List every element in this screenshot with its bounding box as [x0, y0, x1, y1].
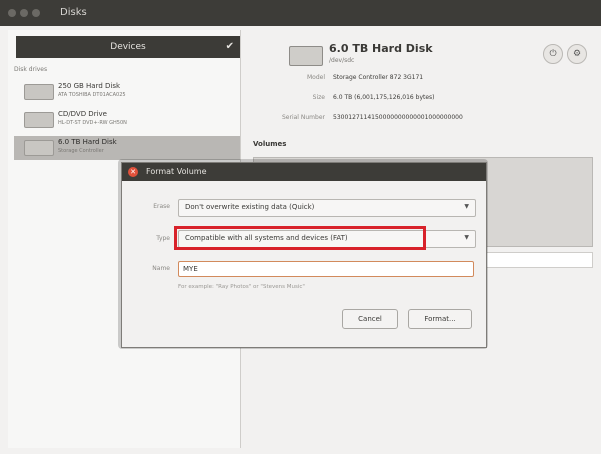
- section-label: Disk drives: [14, 66, 48, 73]
- sidebar-item-250gb-disk[interactable]: 250 GB Hard Disk ATA TOSHIBA DT01ACA025: [14, 80, 240, 104]
- property-serial: Serial Number 53001271141500000000000010…: [241, 114, 593, 126]
- disk-title: 6.0 TB Hard Disk: [329, 42, 433, 55]
- name-input[interactable]: [178, 261, 474, 277]
- cancel-button[interactable]: Cancel: [342, 309, 398, 329]
- chevron-down-icon: ▼: [464, 203, 469, 210]
- sidebar-header-title: Devices: [110, 42, 146, 52]
- property-value: 6.0 TB (6,001,175,126,016 bytes): [333, 94, 435, 101]
- property-size: Size 6.0 TB (6,001,175,126,016 bytes): [241, 94, 593, 106]
- sidebar-header: Devices ✔: [16, 36, 240, 58]
- format-button[interactable]: Format...: [408, 309, 472, 329]
- sidebar-item-6tb-disk[interactable]: 6.0 TB Hard Disk Storage Controller: [14, 136, 240, 160]
- property-key: Size: [312, 94, 325, 101]
- erase-value: Don't overwrite existing data (Quick): [185, 203, 315, 211]
- window-titlebar: Disks: [0, 0, 601, 26]
- device-name: 6.0 TB Hard Disk: [58, 138, 117, 146]
- dialog-title: Format Volume: [146, 167, 207, 176]
- sidebar-item-dvd-drive[interactable]: CD/DVD Drive HL-DT-ST DVD+-RW GH50N: [14, 108, 240, 132]
- device-name: 250 GB Hard Disk: [58, 82, 121, 90]
- hard-disk-icon: [289, 46, 323, 66]
- name-hint: For example: "Ray Photos" or "Stevens Mu…: [178, 284, 305, 290]
- property-key: Model: [306, 74, 325, 81]
- hard-disk-icon: [24, 140, 54, 156]
- device-model: HL-DT-ST DVD+-RW GH50N: [58, 120, 127, 126]
- property-value: 5300127114150000000000001000000000: [333, 114, 463, 121]
- gear-icon[interactable]: ⚙: [567, 44, 587, 64]
- device-name: CD/DVD Drive: [58, 110, 107, 118]
- chevron-down-icon: ▼: [464, 234, 469, 241]
- erase-select[interactable]: Don't overwrite existing data (Quick) ▼: [178, 199, 476, 217]
- optical-drive-icon: [24, 112, 54, 128]
- window-maximize-icon[interactable]: [32, 9, 40, 17]
- hard-disk-icon: [24, 84, 54, 100]
- disk-device-path: /dev/sdc: [329, 57, 355, 64]
- volumes-label: Volumes: [253, 140, 287, 148]
- property-model: Model Storage Controller 872 3G171: [241, 74, 593, 86]
- erase-label: Erase: [153, 203, 170, 210]
- device-model: ATA TOSHIBA DT01ACA025: [58, 92, 126, 98]
- type-label: Type: [156, 235, 170, 242]
- highlight-box: [174, 226, 426, 250]
- close-icon[interactable]: ✕: [128, 167, 138, 177]
- window-title: Disks: [60, 7, 87, 18]
- property-key: Serial Number: [282, 114, 325, 121]
- power-icon[interactable]: ⏻: [543, 44, 563, 64]
- property-value: Storage Controller 872 3G171: [333, 74, 424, 81]
- device-model: Storage Controller: [58, 148, 104, 154]
- window-minimize-icon[interactable]: [20, 9, 28, 17]
- window-close-icon[interactable]: [8, 9, 16, 17]
- name-label: Name: [152, 265, 170, 272]
- dialog-titlebar: ✕ Format Volume: [122, 163, 486, 181]
- format-volume-dialog: ✕ Format Volume Erase Don't overwrite ex…: [121, 162, 487, 348]
- check-icon[interactable]: ✔: [226, 36, 234, 58]
